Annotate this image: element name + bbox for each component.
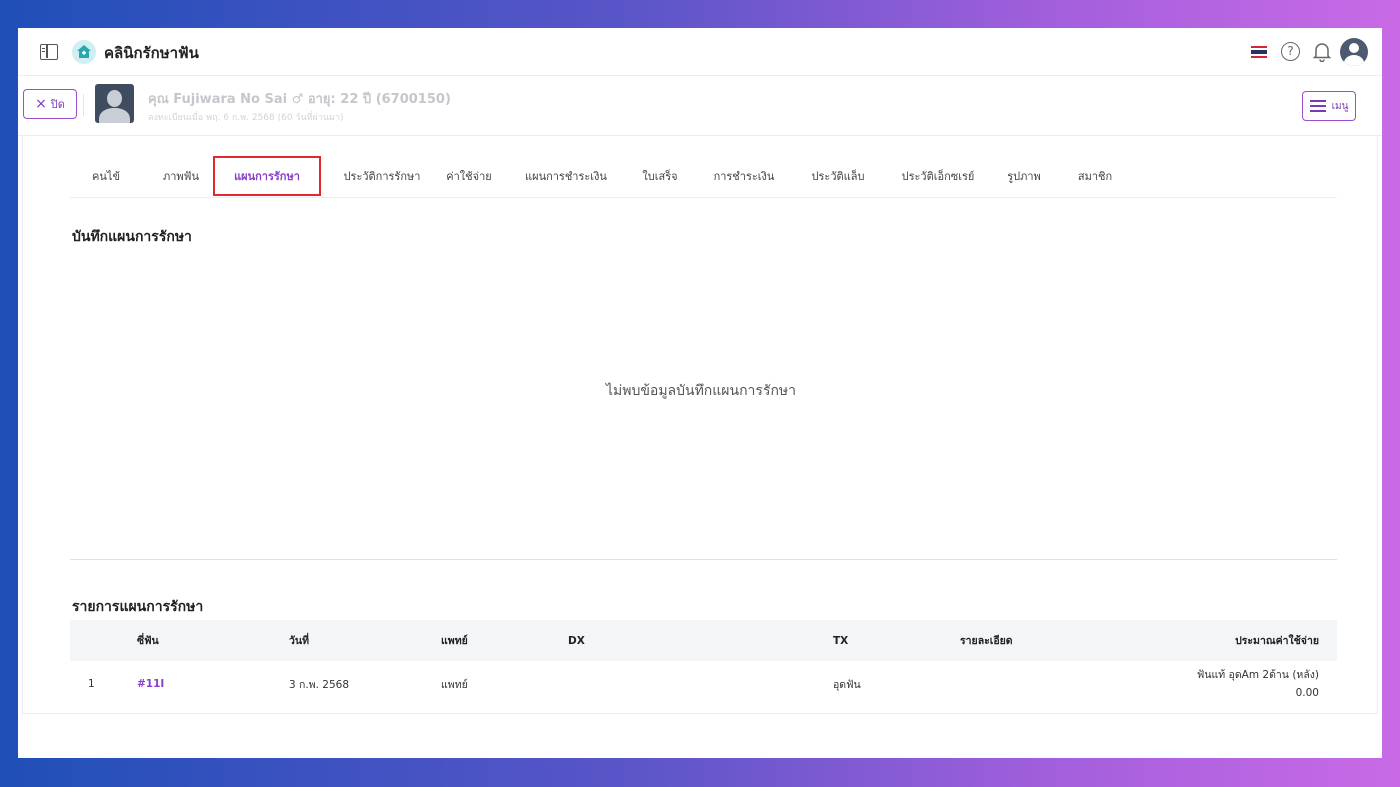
patient-name: คุณ Fujiwara No Sai ♂ อายุ: 22 ปี (67001…: [148, 88, 451, 109]
thai-flag-icon[interactable]: [1251, 46, 1267, 58]
patient-header: × ปิด คุณ Fujiwara No Sai ♂ อายุ: 22 ปี …: [18, 76, 1382, 136]
tab-expenses[interactable]: ค่าใช้จ่าย: [439, 156, 499, 196]
row-tooth-link[interactable]: #11I: [137, 661, 289, 707]
bell-icon[interactable]: [1312, 42, 1332, 66]
male-icon: ♂: [291, 92, 308, 107]
patient-name-text: คุณ Fujiwara No Sai: [148, 92, 288, 107]
tab-receipts[interactable]: ใบเสร็จ: [634, 156, 686, 196]
patient-age: อายุ: 22 ปี: [307, 92, 372, 107]
tab-treatment-plan[interactable]: แผนการรักษา: [213, 156, 321, 196]
tab-xray-history[interactable]: ประวัติเอ็กซเรย์: [888, 156, 988, 196]
col-tx: TX: [833, 634, 849, 647]
col-dx: DX: [568, 634, 585, 647]
col-detail: รายละเอียด: [960, 635, 1013, 647]
col-no: [70, 620, 137, 661]
menu-button[interactable]: เมนู: [1302, 91, 1356, 121]
patient-registered: ลงทะเบียนเมื่อ พฤ. 6 ก.พ. 2568 (60 วันที…: [148, 113, 344, 123]
menu-label: เมนู: [1331, 100, 1349, 112]
tab-dental-chart[interactable]: ภาพฟัน: [150, 156, 212, 196]
row-date: 3 ก.พ. 2568: [289, 678, 350, 691]
patient-hn: (6700150): [375, 92, 451, 107]
tab-patient[interactable]: คนไข้: [80, 156, 132, 196]
notes-empty-message: ไม่พบข้อมูลบันทึกแผนการรักษา: [605, 383, 797, 399]
col-tooth: ซี่ฟัน: [137, 635, 159, 647]
row-dx: [568, 661, 833, 707]
col-doctor: แพทย์: [441, 635, 468, 647]
row-detail: [960, 661, 1110, 707]
tab-members[interactable]: สมาชิก: [1066, 156, 1124, 196]
tab-bar: คนไข้ ภาพฟัน แผนการรักษา ประวัติการรักษา…: [70, 156, 1337, 198]
plan-list-title: รายการแผนการรักษา: [72, 599, 204, 615]
tab-payment-plan[interactable]: แผนการชำระเงิน: [518, 156, 614, 196]
tab-lab-history[interactable]: ประวัติแล็บ: [800, 156, 876, 196]
section-divider: [70, 559, 1337, 560]
notes-title: บันทึกแผนการรักษา: [72, 229, 192, 245]
tab-images[interactable]: รูปภาพ: [996, 156, 1052, 196]
top-bar: คลินิกรักษาฟัน ?: [18, 28, 1382, 76]
row-cost-value: 0.00: [1295, 687, 1319, 699]
hamburger-icon: [1309, 100, 1326, 112]
clinic-logo-icon: [72, 40, 96, 64]
app-title: คลินิกรักษาฟัน: [104, 44, 199, 62]
table-header-row: ซี่ฟัน วันที่ แพทย์ DX TX รายละเอียด ประ…: [70, 620, 1337, 661]
user-avatar[interactable]: [1340, 38, 1368, 66]
row-no: 1: [88, 678, 95, 690]
close-button[interactable]: × ปิด: [23, 89, 77, 119]
tab-payments[interactable]: การชำระเงิน: [706, 156, 782, 196]
row-cost: ฟันแท้ อุดAm 2ด้าน (หลัง) 0.00: [1110, 661, 1337, 707]
table-row[interactable]: 1 #11I 3 ก.พ. 2568 แพทย์ อุดฟัน ฟันแท้ อ…: [70, 661, 1337, 707]
col-date: วันที่: [289, 635, 309, 647]
help-icon[interactable]: ?: [1281, 42, 1300, 61]
row-doctor: แพทย์: [441, 678, 468, 691]
col-cost: ประมาณค่าใช้จ่าย: [1235, 634, 1319, 647]
patient-avatar: [95, 84, 134, 123]
sidebar-toggle-icon[interactable]: [40, 44, 58, 60]
divider: [83, 94, 84, 116]
row-tx: อุดฟัน: [833, 678, 861, 691]
row-cost-desc: ฟันแท้ อุดAm 2ด้าน (หลัง): [1196, 669, 1319, 681]
app-window: คลินิกรักษาฟัน ? × ปิด คุณ Fujiwara No S…: [18, 28, 1382, 758]
plan-table: ซี่ฟัน วันที่ แพทย์ DX TX รายละเอียด ประ…: [70, 620, 1337, 707]
content-card: คนไข้ ภาพฟัน แผนการรักษา ประวัติการรักษา…: [22, 136, 1378, 714]
tab-treatment-history[interactable]: ประวัติการรักษา: [332, 156, 432, 196]
close-icon: ×: [35, 96, 47, 112]
close-label: ปิด: [50, 98, 65, 111]
